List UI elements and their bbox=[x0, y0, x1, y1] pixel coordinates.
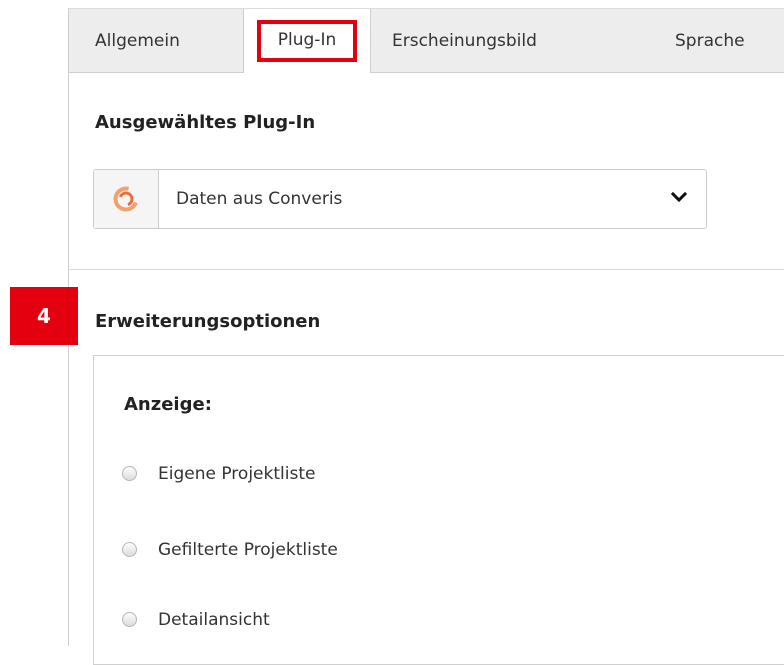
plugin-select-value: Daten aus Converis bbox=[176, 189, 343, 209]
section-divider bbox=[69, 269, 784, 270]
converis-logo-icon bbox=[113, 186, 139, 212]
plugin-settings-panel: Allgemein Plug-In Erscheinungsbild Sprac… bbox=[68, 8, 784, 665]
tab-label: Sprache bbox=[675, 31, 745, 51]
select-icon-cell bbox=[94, 170, 159, 228]
step-number-badge: 4 bbox=[10, 287, 78, 345]
tab-plug-in[interactable]: Plug-In bbox=[243, 9, 371, 73]
radio-label: Gefilterte Projektliste bbox=[158, 540, 338, 560]
radio-button[interactable] bbox=[122, 466, 137, 481]
selected-plugin-heading: Ausgewähltes Plug-In bbox=[95, 112, 316, 133]
tab-erscheinungsbild[interactable]: Erscheinungsbild bbox=[392, 9, 537, 72]
tab-highlight-frame: Plug-In bbox=[257, 20, 357, 62]
display-label: Anzeige: bbox=[124, 394, 212, 415]
radio-label: Eigene Projektliste bbox=[158, 464, 316, 484]
radio-label: Detailansicht bbox=[158, 610, 270, 630]
tab-bar: Allgemein Plug-In Erscheinungsbild Sprac… bbox=[69, 8, 784, 73]
tab-allgemein[interactable]: Allgemein bbox=[95, 9, 180, 72]
extension-options-box: Anzeige: Eigene Projektliste Gefilterte … bbox=[93, 355, 784, 665]
tab-label: Allgemein bbox=[95, 31, 180, 51]
plugin-select[interactable]: Daten aus Converis bbox=[93, 169, 707, 229]
radio-button[interactable] bbox=[122, 612, 137, 627]
extension-options-heading: Erweiterungsoptionen bbox=[95, 311, 321, 332]
tab-sprache[interactable]: Sprache bbox=[675, 9, 745, 72]
tab-label: Plug-In bbox=[277, 30, 337, 50]
chevron-down-icon bbox=[670, 191, 688, 203]
radio-button[interactable] bbox=[122, 542, 137, 557]
tab-label: Erscheinungsbild bbox=[392, 31, 537, 51]
